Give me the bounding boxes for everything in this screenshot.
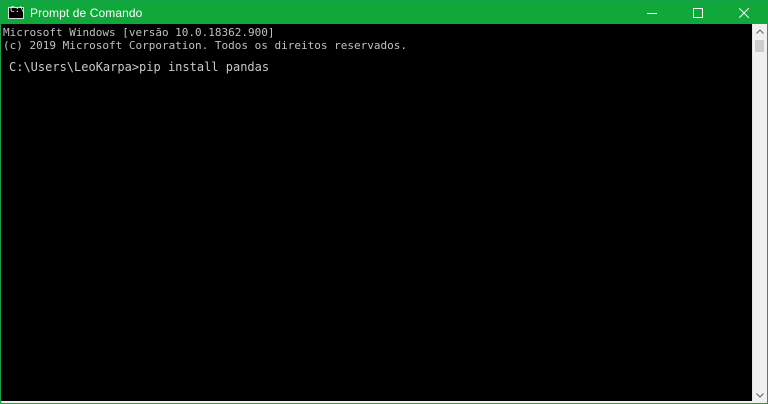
chevron-up-icon [756,29,764,34]
cmd-icon[interactable]: C:\ [8,4,25,19]
maximize-button[interactable] [675,1,721,24]
close-button[interactable] [721,1,767,24]
console-output[interactable]: Microsoft Windows [versão 10.0.18362.900… [1,24,752,403]
window-bottom-edge [1,401,767,403]
window-controls [629,1,767,24]
chevron-down-icon [756,393,764,398]
title-bar[interactable]: C:\ Prompt de Comando [1,1,767,24]
window-title: Prompt de Comando [30,5,143,20]
console-line-copyright: (c) 2019 Microsoft Corporation. Todos os… [3,39,407,52]
close-icon [739,7,749,18]
vertical-scrollbar[interactable] [752,24,767,403]
command-prompt-window: C:\ Prompt de Comando Microsoft Windows … [0,0,768,404]
console-line-version: Microsoft Windows [versão 10.0.18362.900… [3,26,275,39]
minimize-icon [647,12,657,14]
cmd-icon-glyph: C:\ [10,4,25,14]
maximize-icon [693,7,703,18]
console-prompt-line[interactable]: C:\Users\LeoKarpa>pip install pandas [9,60,752,74]
minimize-button[interactable] [629,1,675,24]
scroll-thumb[interactable] [755,40,764,52]
scroll-up-button[interactable] [753,24,767,39]
